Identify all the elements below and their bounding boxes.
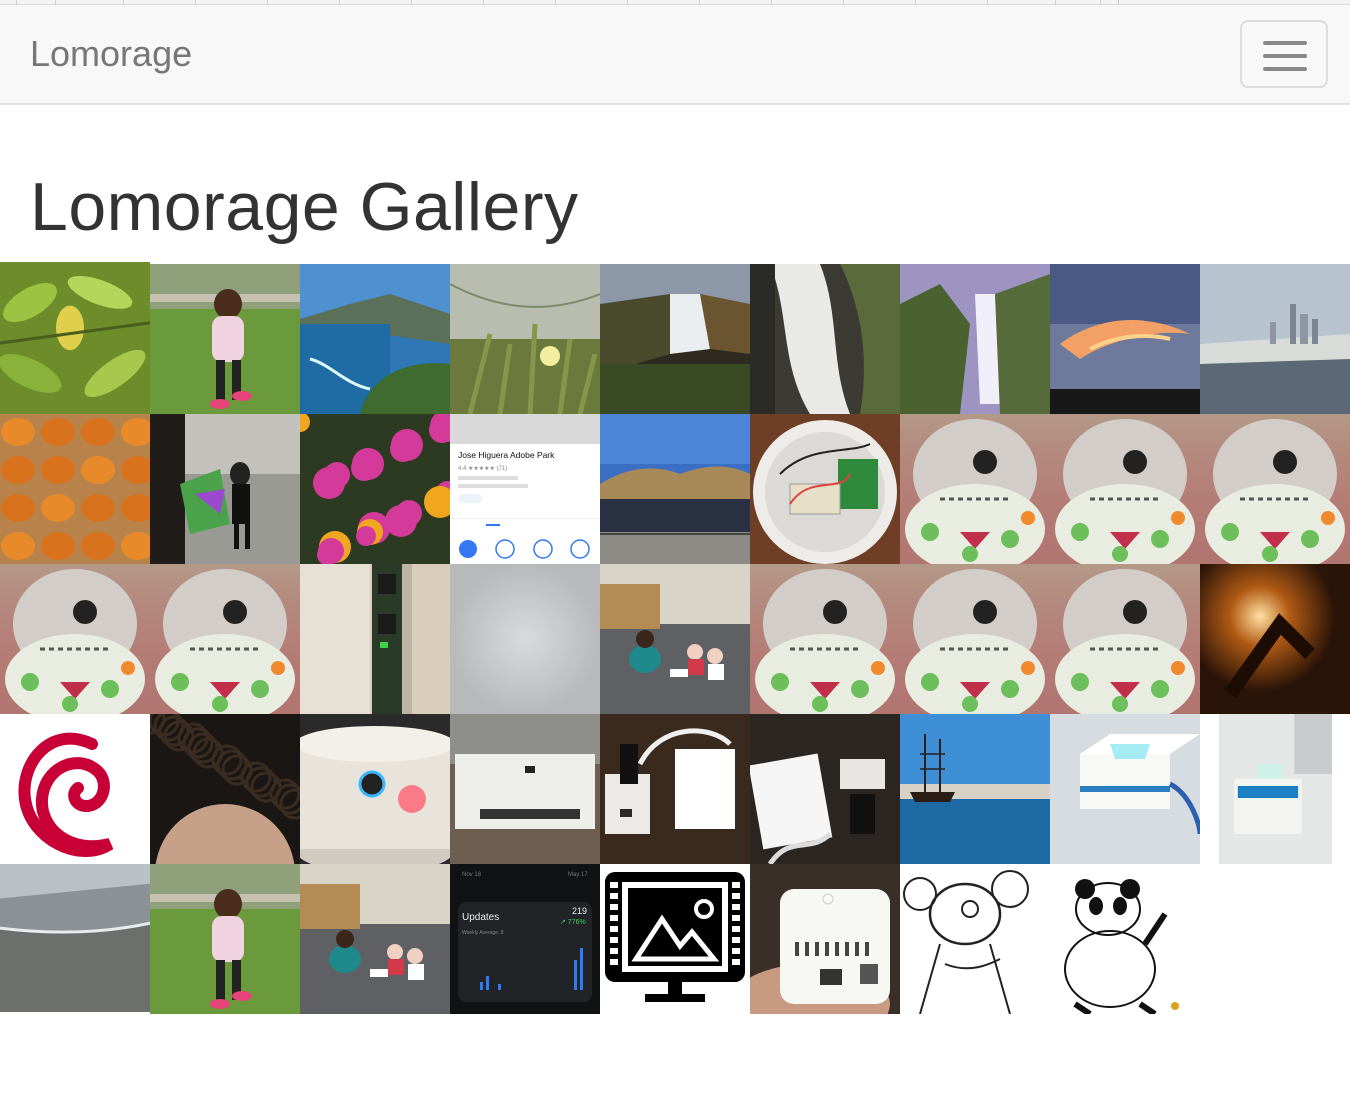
gallery-thumbnail-usb-hub-cables[interactable] xyxy=(600,714,750,864)
navbar: Lomorage xyxy=(0,5,1350,105)
gallery-thumbnail-child-hair[interactable] xyxy=(150,714,300,864)
svg-text:4.4 ★★★★★ (71): 4.4 ★★★★★ (71) xyxy=(458,465,507,472)
gallery-thumbnail-classroom-kids[interactable] xyxy=(600,564,750,714)
gallery-thumbnail-plush-child[interactable] xyxy=(1200,414,1350,564)
gallery-thumbnail-circuit-board-side[interactable] xyxy=(300,564,450,714)
gallery-thumbnail-plush-child[interactable] xyxy=(750,564,900,714)
gallery-thumbnail-blurred-gray[interactable] xyxy=(450,564,600,714)
gallery-thumbnail-plush-child[interactable] xyxy=(150,564,300,714)
gallery-thumbnail-waterfall-closeup[interactable] xyxy=(750,264,900,414)
gallery-thumbnail-plush-child[interactable] xyxy=(900,564,1050,714)
gallery-thumbnail-raspberry-pi-enclosure[interactable] xyxy=(750,414,900,564)
gallery-thumbnail-coast-cliffs[interactable] xyxy=(300,264,450,414)
gallery-thumbnail-city-skyline-bay[interactable] xyxy=(1200,264,1350,414)
gallery-thumbnail-plush-child[interactable] xyxy=(900,414,1050,564)
brand-link[interactable]: Lomorage xyxy=(30,33,192,75)
gallery-thumbnail-maps-screenshot[interactable]: Jose Higuera Adobe Park 4.4 ★★★★★ (71) xyxy=(450,414,600,564)
svg-text:Nov 18: Nov 18 xyxy=(462,872,482,878)
gallery-thumbnail-white-box-device[interactable] xyxy=(450,714,600,864)
gallery-thumbnail-white-button-device[interactable] xyxy=(300,714,450,864)
gallery-thumbnail-cartoon-panda-sketch[interactable] xyxy=(1050,864,1200,1014)
gallery-thumbnail-grass-flower[interactable] xyxy=(450,264,600,414)
gallery-thumbnail-plush-child[interactable] xyxy=(0,564,150,714)
gallery-thumbnail-sunset-cloud[interactable] xyxy=(1050,264,1200,414)
gallery-thumbnail-updates-screenshot[interactable]: Nov 18 May 17 Updates 219 ↗ 776% Weekly Avera… xyxy=(450,864,600,1014)
svg-text:May 17: May 17 xyxy=(568,872,588,878)
gallery-thumbnail-waterfall-purple-sky[interactable] xyxy=(900,264,1050,414)
gallery-thumbnail-leaves[interactable] xyxy=(0,262,150,414)
page-title: Lomorage Gallery xyxy=(30,169,579,245)
gallery-thumbnail-girl-walking-grass[interactable] xyxy=(150,864,300,1014)
gallery-thumbnail-wifi-box-cables[interactable] xyxy=(750,714,900,864)
gallery-thumbnail-plush-child[interactable] xyxy=(1050,414,1200,564)
svg-text:Updates: Updates xyxy=(462,912,499,923)
gallery-thumbnail-girl-walking-grass[interactable] xyxy=(150,264,300,414)
gallery-thumbnail-device-blue-led[interactable] xyxy=(1050,714,1200,864)
gallery-thumbnail-debian-logo[interactable] xyxy=(0,714,150,864)
svg-text:↗ 776%: ↗ 776% xyxy=(560,919,586,926)
svg-text:219: 219 xyxy=(572,906,587,916)
svg-text:Jose Higuera Adobe Park: Jose Higuera Adobe Park xyxy=(458,450,555,460)
gallery-thumbnail-beach-shoreline[interactable] xyxy=(0,864,150,1012)
gallery-thumbnail-waterfall-canyon[interactable] xyxy=(600,264,750,414)
gallery-thumbnail-cartoon-mouse-sketch[interactable] xyxy=(900,864,1050,1014)
gallery-thumbnail-pumpkins[interactable] xyxy=(0,414,150,564)
gallery-thumbnail-device-blue-led-far[interactable] xyxy=(1219,714,1332,864)
navbar-toggle-button[interactable] xyxy=(1240,20,1328,88)
gallery-thumbnail-classroom-kids[interactable] xyxy=(300,864,450,1014)
gallery-thumbnail-pink-flowers[interactable] xyxy=(300,414,450,564)
gallery-thumbnail-white-cube-hand[interactable] xyxy=(750,864,900,1014)
gallery-thumbnail-gallery-icon[interactable] xyxy=(600,864,750,1014)
gallery-thumbnail-kids-hallway[interactable] xyxy=(150,414,300,564)
gallery-thumbnail-plush-child[interactable] xyxy=(1050,564,1200,714)
gallery-thumbnail-blurred-fire[interactable] xyxy=(1200,564,1350,714)
hamburger-icon xyxy=(1263,41,1307,45)
gallery-thumbnail-harbor-ship[interactable] xyxy=(900,714,1050,864)
gallery-thumbnail-crowd-hills[interactable] xyxy=(600,414,750,564)
svg-text:Weekly Average: 8: Weekly Average: 8 xyxy=(462,930,504,936)
